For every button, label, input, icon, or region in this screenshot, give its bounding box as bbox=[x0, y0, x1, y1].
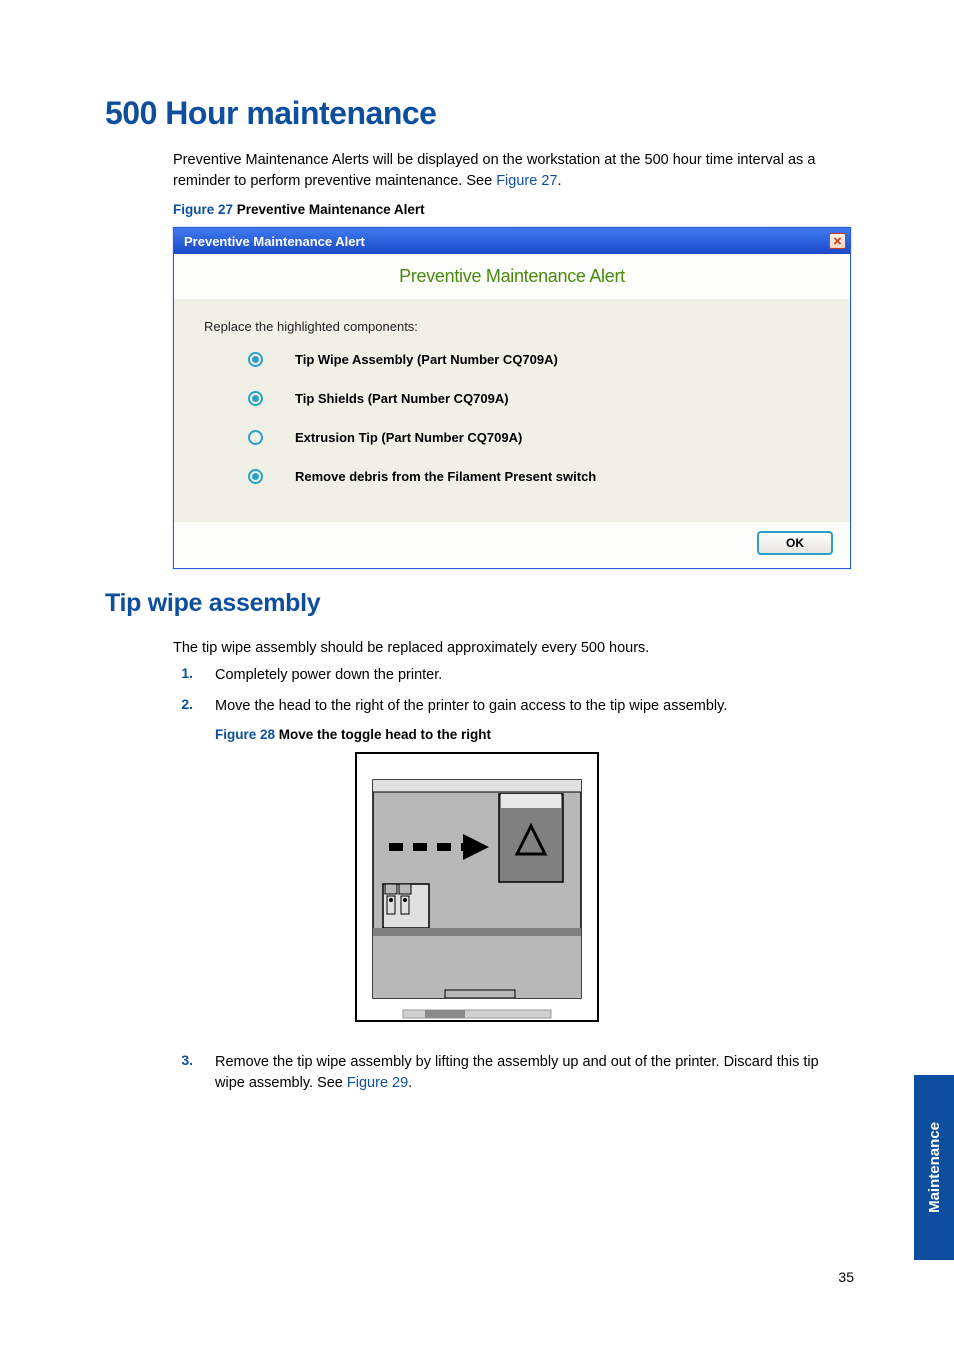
section-title: 500 Hour maintenance bbox=[105, 95, 849, 132]
step-3: 3. Remove the tip wipe assembly by lifti… bbox=[173, 1052, 849, 1094]
step-number: 3. bbox=[173, 1052, 193, 1094]
figure-27-link[interactable]: Figure 27 bbox=[496, 173, 557, 189]
step-number: 1. bbox=[173, 665, 193, 686]
dialog-instruction: Replace the highlighted components: bbox=[204, 319, 830, 334]
dialog-item-label: Remove debris from the Filament Present … bbox=[295, 469, 596, 484]
intro-paragraph: Preventive Maintenance Alerts will be di… bbox=[173, 150, 849, 192]
dialog-item-tip-wipe: Tip Wipe Assembly (Part Number CQ709A) bbox=[248, 352, 830, 367]
intro-tail: . bbox=[557, 173, 561, 189]
section-tab-maintenance: Maintenance bbox=[914, 1075, 954, 1260]
dialog-item-label: Tip Shields (Part Number CQ709A) bbox=[295, 391, 509, 406]
figure-27-title: Preventive Maintenance Alert bbox=[233, 202, 425, 217]
figure-29-link[interactable]: Figure 29 bbox=[347, 1075, 408, 1091]
radio-unselected-icon[interactable] bbox=[248, 430, 263, 445]
figure-27-caption: Figure 27 Preventive Maintenance Alert bbox=[173, 202, 849, 217]
step-text: Completely power down the printer. bbox=[215, 665, 849, 686]
step-list: 1. Completely power down the printer. 2.… bbox=[173, 665, 849, 717]
step-3-tail: . bbox=[408, 1075, 412, 1091]
dialog-heading: Preventive Maintenance Alert bbox=[174, 254, 850, 299]
close-icon[interactable]: ✕ bbox=[829, 233, 846, 249]
preventive-maintenance-dialog: Preventive Maintenance Alert ✕ Preventiv… bbox=[173, 227, 851, 569]
step-3-text: Remove the tip wipe assembly by lifting … bbox=[215, 1054, 819, 1091]
dialog-footer: OK bbox=[174, 522, 850, 568]
dialog-titlebar-text: Preventive Maintenance Alert bbox=[184, 234, 365, 249]
dialog-item-extrusion-tip: Extrusion Tip (Part Number CQ709A) bbox=[248, 430, 830, 445]
dialog-item-tip-shields: Tip Shields (Part Number CQ709A) bbox=[248, 391, 830, 406]
intro-text: Preventive Maintenance Alerts will be di… bbox=[173, 152, 815, 189]
step-list-cont: 3. Remove the tip wipe assembly by lifti… bbox=[173, 1052, 849, 1094]
radio-selected-icon[interactable] bbox=[248, 391, 263, 406]
subsection-intro: The tip wipe assembly should be replaced… bbox=[173, 638, 849, 659]
step-1: 1. Completely power down the printer. bbox=[173, 665, 849, 686]
ok-button[interactable]: OK bbox=[758, 532, 832, 554]
dialog-item-label: Tip Wipe Assembly (Part Number CQ709A) bbox=[295, 352, 558, 367]
subsection-title: Tip wipe assembly bbox=[105, 589, 849, 618]
radio-selected-icon[interactable] bbox=[248, 469, 263, 484]
page-number: 35 bbox=[838, 1269, 854, 1285]
step-text: Move the head to the right of the printe… bbox=[215, 696, 849, 717]
figure-28-lead: Figure 28 bbox=[215, 727, 275, 742]
dialog-titlebar: Preventive Maintenance Alert ✕ bbox=[174, 228, 850, 254]
figure-28-caption: Figure 28 Move the toggle head to the ri… bbox=[215, 727, 849, 742]
dialog-item-label: Extrusion Tip (Part Number CQ709A) bbox=[295, 430, 522, 445]
figure-27-lead: Figure 27 bbox=[173, 202, 233, 217]
step-2: 2. Move the head to the right of the pri… bbox=[173, 696, 849, 717]
figure-28-title: Move the toggle head to the right bbox=[275, 727, 491, 742]
figure-28-image bbox=[105, 752, 849, 1022]
step-text: Remove the tip wipe assembly by lifting … bbox=[215, 1052, 849, 1094]
dialog-body: Replace the highlighted components: Tip … bbox=[174, 299, 850, 522]
section-tab-label: Maintenance bbox=[926, 1122, 943, 1213]
step-number: 2. bbox=[173, 696, 193, 717]
radio-selected-icon[interactable] bbox=[248, 352, 263, 367]
dialog-item-remove-debris: Remove debris from the Filament Present … bbox=[248, 469, 830, 484]
